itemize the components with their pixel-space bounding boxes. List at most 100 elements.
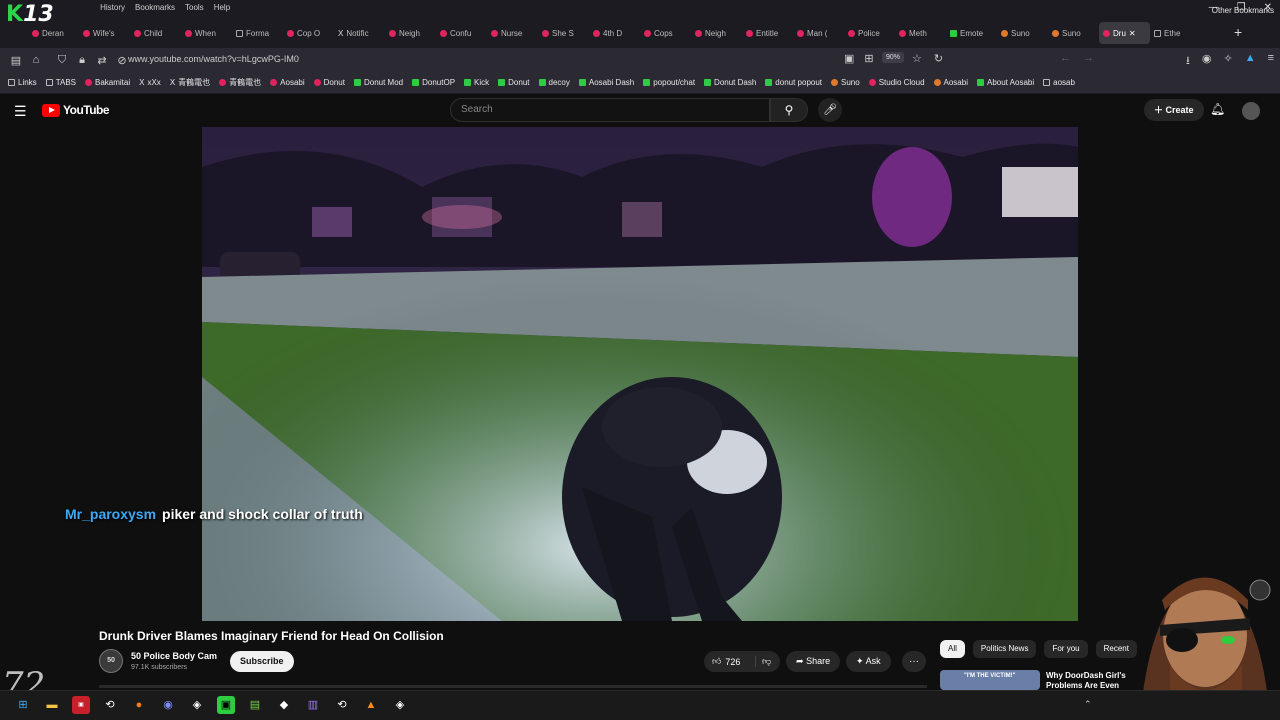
browser-tab[interactable]: Cops: [640, 22, 691, 44]
bookmark-item[interactable]: TABS: [45, 78, 76, 87]
browser-tab[interactable]: Neigh: [691, 22, 742, 44]
browser-tab[interactable]: Deran: [28, 22, 79, 44]
steam-icon-2[interactable]: ⟲: [333, 696, 351, 714]
browser-tab[interactable]: Suno: [997, 22, 1048, 44]
search-button[interactable]: ⚲: [770, 98, 808, 122]
like-button[interactable]: 👍︎ 726: [704, 656, 756, 667]
browser-tab[interactable]: Wife's: [79, 22, 130, 44]
sidebar-toggle-icon[interactable]: ▤: [6, 54, 26, 67]
obs-icon[interactable]: ▥: [304, 696, 322, 714]
bookmark-item[interactable]: Links: [8, 78, 37, 87]
bookmark-item[interactable]: Aosabi: [933, 78, 968, 87]
bookmark-item[interactable]: Donut Mod: [353, 78, 403, 87]
browser-tab[interactable]: 4th D: [589, 22, 640, 44]
more-actions-button[interactable]: ···: [902, 651, 926, 672]
menu-item[interactable]: Bookmarks: [135, 3, 175, 12]
browser-tab[interactable]: Ethe: [1150, 22, 1201, 44]
file-explorer-icon[interactable]: ▬: [43, 696, 61, 714]
app-misc-icon[interactable]: ◈: [391, 696, 409, 714]
recommended-video-title[interactable]: Why DoorDash Girl's Problems Are Even: [1046, 671, 1131, 691]
filter-chip[interactable]: For you: [1044, 640, 1088, 658]
notifications-bell-icon[interactable]: 🔔︎: [1210, 102, 1225, 116]
browser-tab[interactable]: Forma: [232, 22, 283, 44]
close-tab-icon[interactable]: ✕: [1129, 29, 1136, 38]
hamburger-menu-icon[interactable]: ☰: [14, 103, 27, 120]
bookmark-item[interactable]: Donut: [313, 78, 345, 87]
bookmark-item[interactable]: Donut: [498, 78, 530, 87]
browser-tab[interactable]: Man (: [793, 22, 844, 44]
notepad-icon[interactable]: ▤: [246, 696, 264, 714]
filter-chip[interactable]: Politics News: [972, 640, 1037, 658]
browser-tab[interactable]: She S: [538, 22, 589, 44]
downloads-icon[interactable]: ⭳: [1186, 52, 1190, 71]
zoom-level[interactable]: 90%: [882, 52, 905, 63]
bookmark-item[interactable]: Kick: [464, 78, 489, 87]
browser-tab[interactable]: Cop O: [283, 22, 334, 44]
browser-tab[interactable]: Nurse: [487, 22, 538, 44]
create-button[interactable]: ＋ Create: [1144, 99, 1204, 121]
browser-tab[interactable]: Emote: [946, 22, 997, 44]
extension-icon[interactable]: ▲: [1245, 52, 1256, 71]
bookmark-item[interactable]: 青鶴電也: [219, 77, 261, 88]
new-tab-button[interactable]: +: [1234, 24, 1242, 40]
bookmark-item[interactable]: Suno: [831, 78, 860, 87]
browser-tab[interactable]: Confu: [436, 22, 487, 44]
extensions-icon[interactable]: ✧: [1223, 52, 1232, 71]
browser-tab[interactable]: Meth: [895, 22, 946, 44]
browser-tab[interactable]: Dru ✕: [1099, 22, 1150, 44]
recommended-video-thumbnail[interactable]: "I'M THE VICTIM!": [940, 670, 1040, 690]
discord-icon[interactable]: ◉: [159, 696, 177, 714]
dislike-button[interactable]: 👎︎: [756, 656, 771, 667]
channel-avatar[interactable]: 50: [99, 649, 123, 673]
share-button[interactable]: ➦ Share: [786, 651, 841, 672]
bookmark-star-icon[interactable]: ☆: [912, 52, 922, 65]
filter-chip[interactable]: All: [940, 640, 965, 658]
permissions-icon[interactable]: ⇄: [92, 54, 112, 67]
menu-item[interactable]: Tools: [185, 3, 204, 12]
search-input[interactable]: Search: [450, 98, 770, 122]
voice-search-button[interactable]: 🎤︎: [818, 98, 842, 122]
firefox-icon[interactable]: ●: [130, 696, 148, 714]
vlc-icon[interactable]: ▲: [362, 696, 380, 714]
browser-tab[interactable]: Suno: [1048, 22, 1099, 44]
youtube-logo[interactable]: YouTube: [42, 103, 110, 117]
bookmark-item[interactable]: XxXx: [139, 78, 161, 87]
game-icon[interactable]: ◈: [188, 696, 206, 714]
bookmark-item[interactable]: Aosabi: [270, 78, 305, 87]
browser-tab[interactable]: When: [181, 22, 232, 44]
back-icon[interactable]: ←: [1060, 52, 1071, 71]
steam-icon[interactable]: ⟲: [101, 696, 119, 714]
forward-icon[interactable]: →: [1083, 52, 1094, 71]
other-bookmarks[interactable]: Other Bookmarks: [1212, 6, 1274, 15]
video-player[interactable]: [202, 127, 1078, 621]
bookmark-item[interactable]: decoy: [538, 78, 570, 87]
start-icon[interactable]: ⊞: [14, 696, 32, 714]
menu-item[interactable]: Help: [214, 3, 230, 12]
browser-tab[interactable]: Neigh: [385, 22, 436, 44]
tray-chevron-icon[interactable]: ⌃: [1084, 699, 1092, 710]
lock-icon[interactable]: 🔒︎: [72, 54, 92, 67]
bookmark-item[interactable]: DonutOP: [412, 78, 455, 87]
bookmark-item[interactable]: Studio Cloud: [868, 78, 925, 87]
account-icon[interactable]: ◉: [1202, 52, 1212, 71]
browser-tab[interactable]: Entitle: [742, 22, 793, 44]
browser-tab[interactable]: Child: [130, 22, 181, 44]
menu-icon[interactable]: ≡: [1268, 52, 1274, 71]
bookmark-item[interactable]: Bakamitai: [85, 78, 130, 87]
menu-item[interactable]: History: [100, 3, 125, 12]
bookmark-item[interactable]: popout/chat: [643, 78, 695, 87]
bookmark-item[interactable]: Aosabi Dash: [578, 78, 634, 87]
bookmark-item[interactable]: X 青鶴電也: [170, 77, 210, 88]
channel-name[interactable]: 50 Police Body Cam: [131, 651, 217, 661]
screenshot-icon[interactable]: ⊞: [864, 52, 873, 65]
reload-icon[interactable]: ↻: [934, 52, 943, 65]
bookmark-item[interactable]: aosab: [1043, 78, 1075, 87]
bookmark-item[interactable]: donut popout: [765, 78, 822, 87]
ask-button[interactable]: ✦ Ask: [846, 651, 891, 672]
app-diamond-icon[interactable]: ◆: [275, 696, 293, 714]
browser-tab[interactable]: X Notific: [334, 22, 385, 44]
url-field[interactable]: www.youtube.com/watch?v=hLgcwPG-IM0: [128, 54, 299, 64]
browser-tab[interactable]: Police: [844, 22, 895, 44]
home-icon[interactable]: ⌂: [26, 54, 46, 66]
subscribe-button[interactable]: Subscribe: [230, 651, 294, 672]
